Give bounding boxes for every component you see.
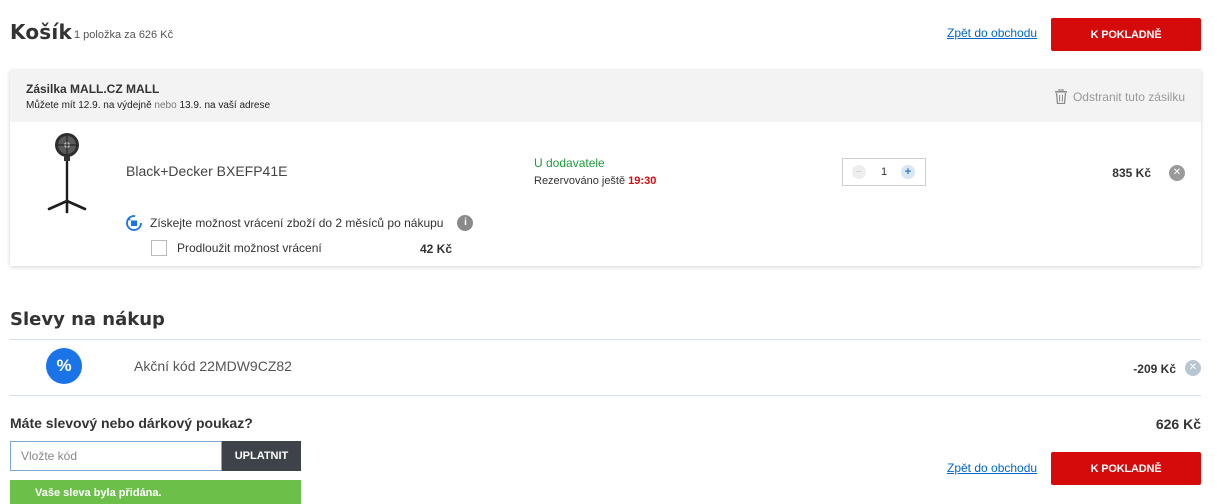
divider (10, 339, 1201, 340)
promo-code-value: -209 Kč (1133, 362, 1176, 376)
back-to-shop-link-bottom[interactable]: Zpět do obchodu (947, 461, 1037, 475)
remove-shipment-button[interactable]: Odstranit tuto zásilku (1054, 89, 1185, 104)
back-to-shop-link[interactable]: Zpět do obchodu (947, 26, 1037, 40)
return-offer-text: Získejte možnost vrácení zboží do 2 měsí… (150, 216, 444, 230)
product-image[interactable] (44, 132, 90, 216)
trash-icon (1054, 89, 1067, 104)
reserved-label: Rezervováno ještě (534, 175, 626, 187)
reserved-time: 19:30 (628, 175, 657, 187)
product-name[interactable]: Black+Decker BXEFP41E (126, 163, 287, 179)
quantity-increase-button[interactable]: + (901, 165, 915, 179)
stock-status: U dodavatele (534, 156, 605, 170)
percent-icon: % (46, 348, 82, 384)
apply-voucher-button[interactable]: UPLATNIT (222, 441, 301, 471)
return-icon (126, 215, 142, 231)
reservation-info: Rezervováno ještě 19:30 (534, 175, 656, 187)
delivery-or-text: nebo (154, 100, 177, 111)
info-icon[interactable]: i (457, 215, 474, 231)
item-price: 835 Kč (1112, 166, 1151, 180)
discounts-title: Slevy na nákup (10, 309, 165, 330)
cart-header: Košík 1 položka za 626 Kč Zpět do obchod… (0, 0, 1217, 70)
shipment-title: Zásilka MALL.CZ MALL (26, 82, 160, 96)
divider (10, 395, 1201, 396)
shipment-delivery-info: Můžete mít 12.9. na výdejně nebo 13.9. n… (26, 100, 270, 111)
checkout-button[interactable]: K POKLADNĚ (1051, 18, 1201, 51)
extend-return-checkbox[interactable] (151, 240, 167, 256)
remove-item-button[interactable]: ✕ (1169, 165, 1185, 181)
checkout-button-bottom[interactable]: K POKLADNĚ (1051, 452, 1201, 485)
delivery-address-text: 13.9. na vaší adrese (179, 100, 271, 111)
return-offer: Získejte možnost vrácení zboží do 2 měsí… (126, 215, 474, 231)
order-total: 626 Kč (1155, 416, 1201, 432)
quantity-stepper: − 1 + (842, 158, 926, 186)
extend-return-option[interactable]: Prodloužit možnost vrácení (151, 240, 322, 256)
shipment-header: Zásilka MALL.CZ MALL Můžete mít 12.9. na… (10, 70, 1201, 122)
shipment-card: Zásilka MALL.CZ MALL Můžete mít 12.9. na… (10, 70, 1201, 266)
success-message: Vaše sleva byla přidána. (10, 480, 301, 504)
extend-return-label: Prodloužit možnost vrácení (177, 241, 322, 255)
cart-summary: 1 položka za 626 Kč (74, 29, 174, 41)
page-title: Košík (10, 20, 72, 44)
promo-code-label: Akční kód 22MDW9CZ82 (134, 358, 292, 374)
voucher-question: Máte slevový nebo dárkový poukaz? (10, 415, 253, 431)
remove-shipment-label: Odstranit tuto zásilku (1072, 89, 1185, 104)
extend-return-price: 42 Kč (420, 242, 453, 256)
remove-promo-button[interactable]: ✕ (1185, 360, 1201, 376)
voucher-code-input[interactable] (10, 441, 222, 471)
delivery-pickup-text: Můžete mít 12.9. na výdejně (26, 100, 152, 111)
